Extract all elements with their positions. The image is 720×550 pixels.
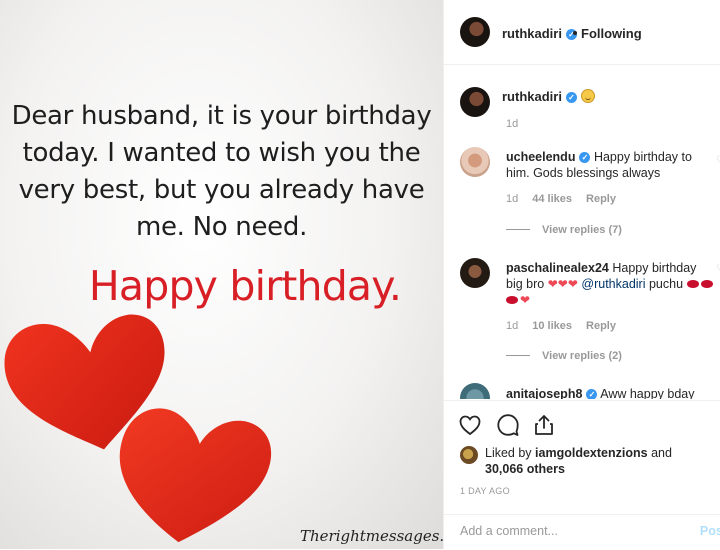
verified-badge-icon: ✓ — [579, 152, 591, 163]
view-replies-label: View replies (2) — [542, 350, 622, 362]
likes-conj: and — [651, 446, 672, 460]
caption: ruthkadiri ✓ — [502, 89, 595, 104]
timestamp[interactable]: 1d — [506, 193, 518, 205]
avatar[interactable] — [460, 383, 490, 399]
red-heart-emoji-icon: ❤ — [547, 277, 558, 291]
post-actions: Liked by iamgoldextenzions and 30,066 ot… — [444, 400, 720, 515]
verified-badge-icon: ✓ — [565, 92, 577, 103]
comment-meta: 1d 10 likes Reply — [506, 320, 630, 332]
share-icon[interactable] — [532, 413, 556, 437]
verified-badge-icon: ✓ — [586, 389, 598, 399]
username-link[interactable]: ucheelendu — [506, 150, 575, 164]
view-replies-button[interactable]: View replies (2) — [506, 350, 622, 362]
red-heart-emoji-icon: ❤ — [557, 277, 568, 291]
view-replies-button[interactable]: View replies (7) — [506, 224, 622, 236]
likes-summary: Liked by iamgoldextenzions and 30,066 ot… — [485, 445, 672, 477]
caption-age: 1d — [506, 118, 532, 130]
red-heart-emoji-icon: ❤ — [520, 293, 531, 307]
liker-username-link[interactable]: iamgoldextenzions — [535, 446, 648, 460]
timestamp[interactable]: 1d — [506, 118, 518, 130]
add-comment-input[interactable] — [458, 523, 692, 539]
following-label: Following — [581, 26, 642, 41]
post-image: Dear husband, it is your birthday today.… — [0, 0, 443, 549]
likes-prefix: Liked by — [485, 446, 532, 460]
quote-line: me. No need. — [135, 212, 308, 242]
username-link[interactable]: ruthkadiri — [502, 26, 562, 41]
reply-button[interactable]: Reply — [586, 320, 616, 332]
comment-bubble-icon[interactable] — [496, 413, 520, 437]
comment-likes[interactable]: 10 likes — [532, 320, 572, 332]
comment-likes[interactable]: 44 likes — [532, 193, 572, 205]
quote-line: very best, but you already have — [18, 175, 425, 205]
lips-emoji-icon — [506, 296, 518, 304]
timestamp[interactable]: 1d — [506, 320, 518, 332]
mention-link[interactable]: @ruthkadiri — [581, 277, 645, 291]
red-hearts-illustration — [4, 314, 272, 543]
lips-emoji-icon — [700, 280, 713, 288]
separator-dot — [573, 31, 577, 35]
comment-text: puchu — [648, 277, 684, 291]
lips-emoji-icon — [686, 280, 699, 288]
heart-outline-icon[interactable] — [458, 413, 482, 437]
quote-line: today. I wanted to wish you the — [22, 138, 421, 168]
watermark: Therightmessages.com — [300, 527, 443, 545]
comment-like-icon[interactable]: ♡ — [716, 155, 720, 166]
username-link[interactable]: paschalinealex24 — [506, 261, 609, 275]
avatar[interactable] — [460, 258, 490, 288]
others-likes-link[interactable]: 30,066 others — [485, 462, 565, 476]
comments-list[interactable]: ruthkadiri ✓ 1d ucheelendu ✓ Happy birthda… — [444, 65, 720, 399]
view-replies-label: View replies (7) — [542, 224, 622, 236]
comment-like-icon[interactable]: ♡ — [716, 263, 720, 274]
post-header: ruthkadiri ✓ Following — [444, 0, 720, 65]
quote-line: Dear husband, it is your birthday — [11, 101, 432, 131]
post-author: ruthkadiri ✓ — [502, 26, 577, 41]
following-button[interactable]: Following — [573, 26, 642, 41]
username-link[interactable]: ruthkadiri — [502, 89, 562, 104]
avatar[interactable] — [460, 87, 490, 117]
comment-text: Aww happy bday — [600, 387, 695, 399]
comment: ucheelendu ✓ Happy birthday to him. Gods … — [506, 149, 711, 181]
post-date[interactable]: 1 DAY AGO — [460, 486, 510, 496]
username-link[interactable]: anitajoseph8 — [506, 387, 582, 399]
smiling-emoji-icon — [580, 89, 595, 103]
avatar[interactable] — [460, 147, 490, 177]
divider-line — [506, 355, 530, 356]
heart-shape — [119, 408, 272, 543]
divider-line — [506, 229, 530, 230]
birthday-quote: Dear husband, it is your birthday today.… — [0, 98, 443, 246]
post-comment-button[interactable]: Post — [700, 524, 720, 538]
liker-avatar[interactable] — [460, 446, 478, 464]
red-heart-emoji-icon: ❤ — [567, 277, 578, 291]
reply-button[interactable]: Reply — [586, 193, 616, 205]
post-details-panel: ruthkadiri ✓ Following ruthkadiri ✓ 1d uch… — [443, 0, 720, 549]
add-comment-bar: Post — [444, 514, 720, 550]
comment-meta: 1d 44 likes Reply — [506, 193, 630, 205]
avatar[interactable] — [460, 17, 490, 47]
comment: anitajoseph8 ✓ Aww happy bday — [506, 386, 716, 399]
comment: paschalinealex24 Happy birthday big bro … — [506, 260, 716, 308]
